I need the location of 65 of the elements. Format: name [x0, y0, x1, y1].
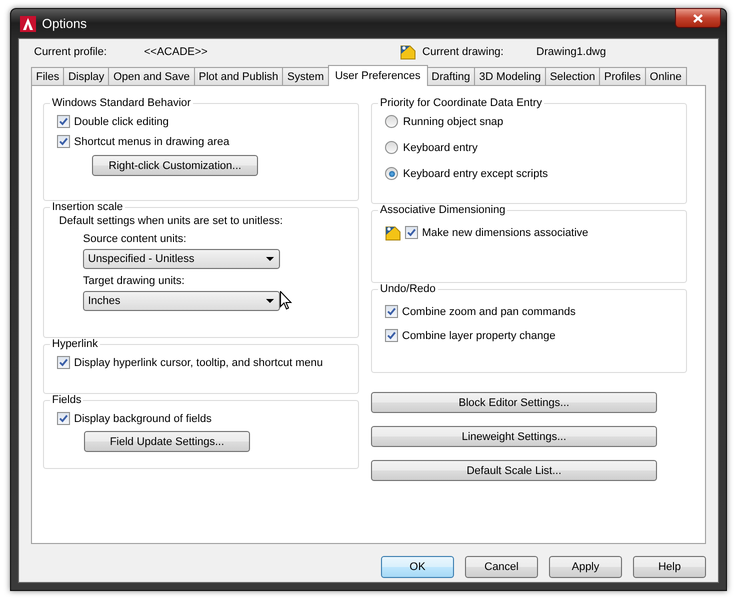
- radio-label[interactable]: Keyboard entry: [403, 142, 478, 154]
- settings-button[interactable]: Lineweight Settings...: [371, 426, 657, 447]
- units-dropdown[interactable]: Unspecified - Unitless: [83, 249, 280, 269]
- dialog-button[interactable]: Cancel: [465, 556, 538, 578]
- checkbox[interactable]: [385, 329, 398, 342]
- drawing-name: Drawing1.dwg: [536, 46, 606, 58]
- checkbox-label[interactable]: Double click editing: [74, 116, 169, 128]
- tab[interactable]: Drafting: [426, 67, 476, 85]
- settings-button[interactable]: Right-click Customization...: [92, 155, 258, 176]
- units-dropdown[interactable]: Inches: [83, 291, 280, 311]
- checkbox[interactable]: [57, 356, 70, 369]
- tab[interactable]: 3D Modeling: [474, 67, 546, 85]
- radio-label[interactable]: Keyboard entry except scripts: [403, 168, 548, 180]
- group-title: Windows Standard Behavior: [51, 97, 192, 109]
- drawing-file-icon: [385, 224, 401, 240]
- dialog-button[interactable]: Apply: [549, 556, 622, 578]
- group-title: Priority for Coordinate Data Entry: [379, 97, 544, 109]
- tab[interactable]: User Preferences: [328, 65, 428, 86]
- tab[interactable]: Display: [63, 67, 110, 85]
- close-icon: [693, 14, 703, 22]
- group-title: Undo/Redo: [379, 283, 437, 295]
- close-button[interactable]: [675, 8, 721, 28]
- profile-label: Current profile:: [34, 46, 108, 58]
- caret-icon: [266, 299, 274, 303]
- radio-button[interactable]: [385, 141, 398, 154]
- radio-button[interactable]: [385, 115, 398, 128]
- checkbox[interactable]: [405, 226, 418, 239]
- checkbox-label[interactable]: Combine zoom and pan commands: [402, 306, 576, 318]
- tab[interactable]: Files: [31, 67, 64, 85]
- mouse-pointer-icon: [280, 291, 292, 310]
- radio-label[interactable]: Running object snap: [403, 116, 504, 128]
- dropdown-label: Source content units:: [83, 233, 188, 245]
- profile-name: <<ACADE>>: [144, 46, 208, 58]
- checkbox-label[interactable]: Combine layer property change: [402, 330, 556, 342]
- checkbox[interactable]: [57, 135, 70, 148]
- dropdown-label: Target drawing units:: [83, 275, 186, 287]
- dialog-button[interactable]: Help: [633, 556, 706, 578]
- radio-button[interactable]: [385, 167, 398, 180]
- tab[interactable]: Plot and Publish: [194, 67, 284, 85]
- checkbox[interactable]: [57, 412, 70, 425]
- app-logo-icon: [20, 16, 36, 32]
- drawing-file-icon: [400, 44, 416, 60]
- tab[interactable]: Open and Save: [108, 67, 195, 85]
- group-title: Fields: [51, 394, 82, 406]
- checkbox-label[interactable]: Shortcut menus in drawing area: [74, 136, 230, 148]
- group-title: Insertion scale: [51, 201, 124, 213]
- tab[interactable]: Selection: [544, 67, 600, 85]
- settings-button[interactable]: Default Scale List...: [371, 460, 657, 481]
- checkbox-label[interactable]: Make new dimensions associative: [422, 226, 588, 238]
- window-title: Options: [42, 16, 87, 31]
- settings-button[interactable]: Field Update Settings...: [84, 431, 250, 452]
- caret-icon: [266, 257, 274, 261]
- tab[interactable]: Profiles: [599, 67, 646, 85]
- settings-button[interactable]: Block Editor Settings...: [371, 392, 657, 413]
- hint-text: Default settings when units are set to unitless:: [59, 215, 284, 227]
- tab[interactable]: System: [282, 67, 329, 85]
- group-title: Associative Dimensioning: [379, 204, 506, 216]
- tab[interactable]: Online: [644, 67, 687, 85]
- checkbox[interactable]: [57, 115, 70, 128]
- group-title: Hyperlink: [51, 338, 99, 350]
- drawing-label: Current drawing:: [422, 46, 505, 58]
- checkbox-label[interactable]: Display background of fields: [74, 412, 212, 424]
- dialog-button[interactable]: OK: [381, 556, 454, 578]
- checkbox-label[interactable]: Display hyperlink cursor, tooltip, and shortcut menu: [74, 356, 323, 368]
- checkbox[interactable]: [385, 305, 398, 318]
